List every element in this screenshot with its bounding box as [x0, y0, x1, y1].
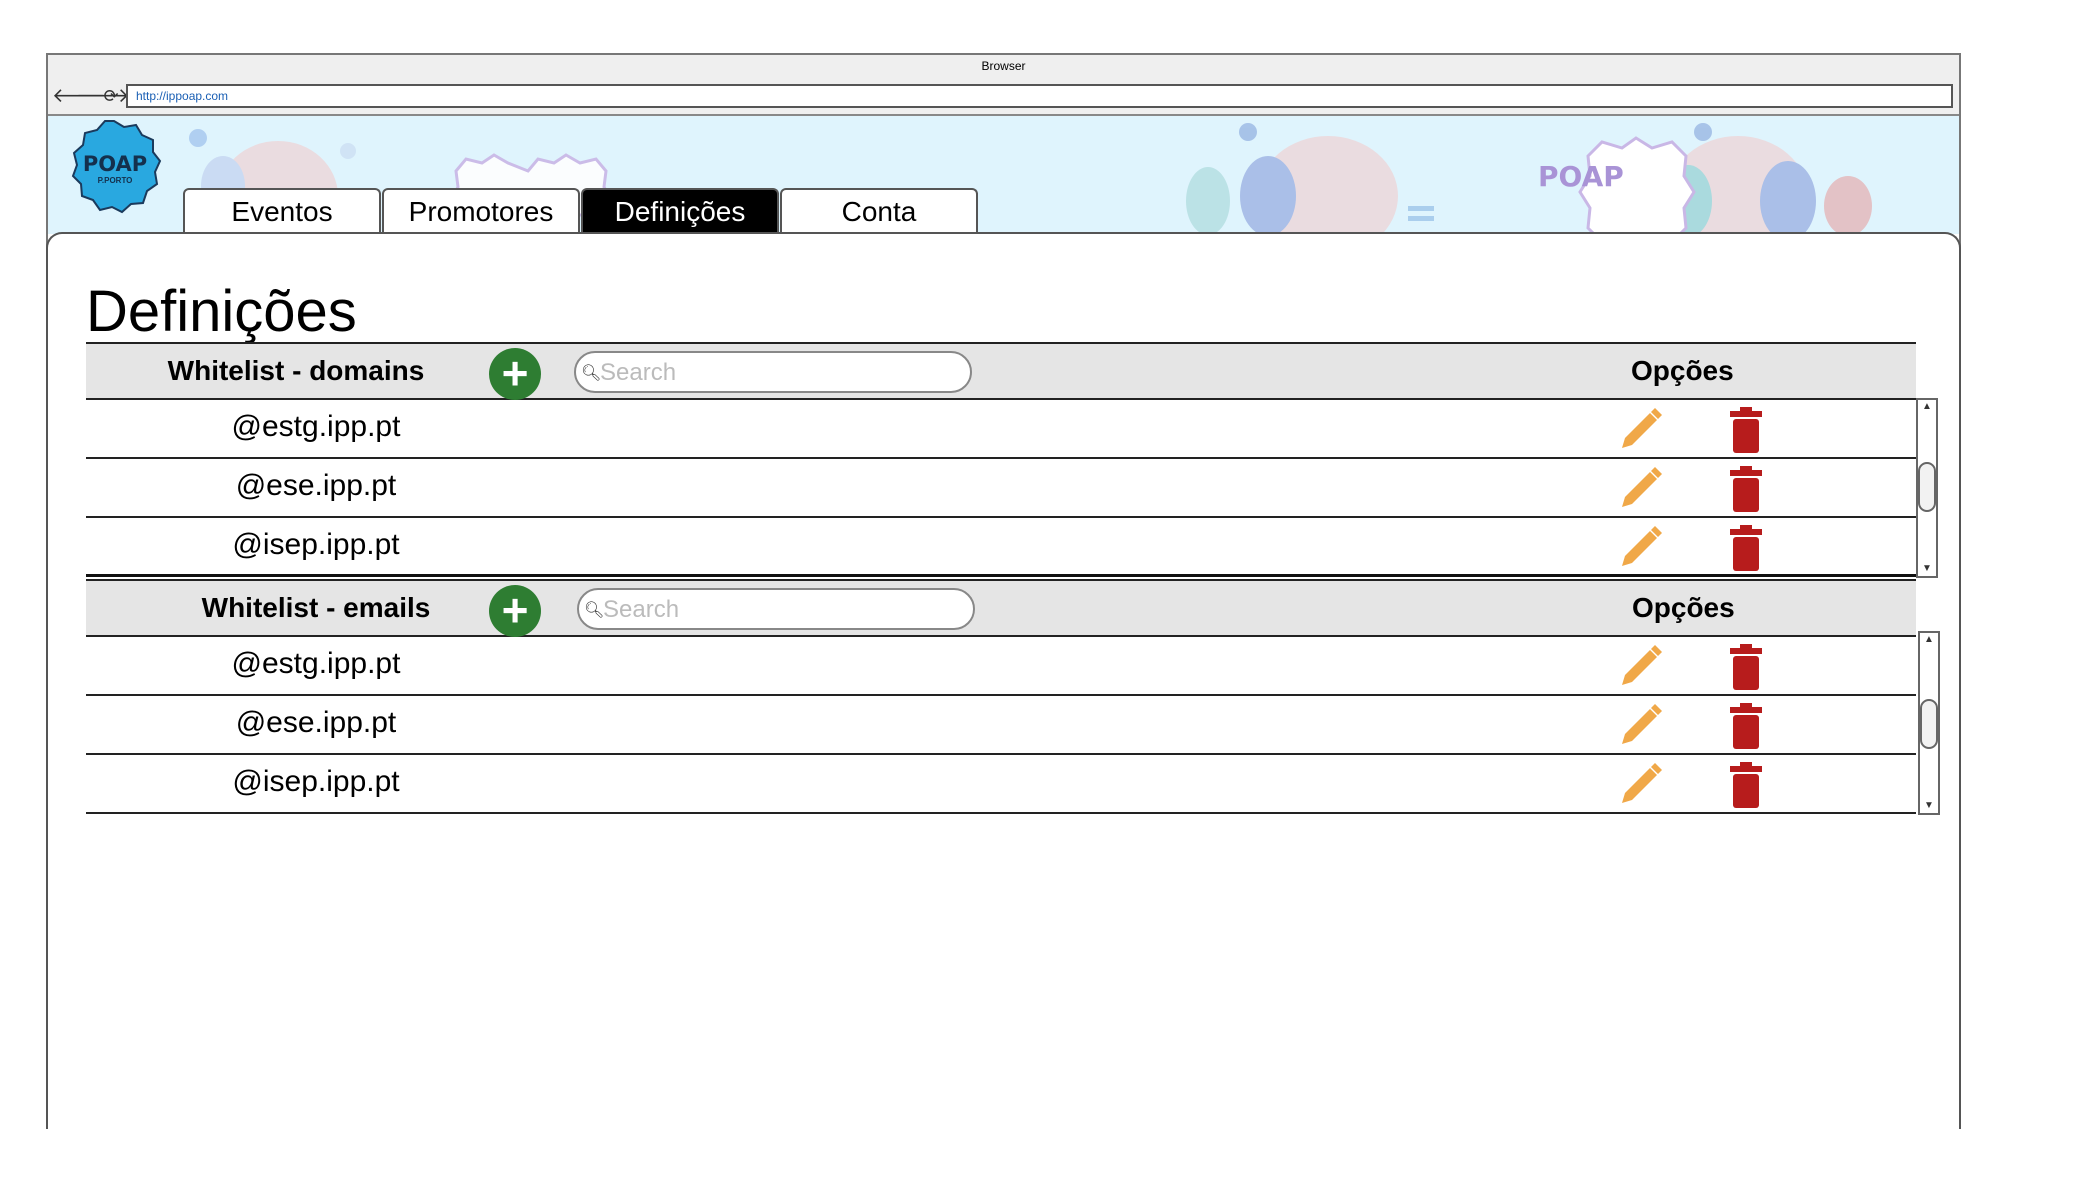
- domains-scrollbar[interactable]: ▲ ▼: [1916, 398, 1938, 578]
- browser-window: Browser 🡐 🡒 ⟳ http://ippoap.com POAP POA…: [46, 53, 1961, 1129]
- address-bar: 🡐 🡒 ⟳ http://ippoap.com: [48, 79, 1959, 116]
- edit-pencil-icon[interactable]: [1616, 524, 1664, 572]
- svg-text:POAP: POAP: [1538, 160, 1624, 193]
- section-header: Whitelist - emails + 🔍︎ Opções: [86, 579, 1916, 637]
- scroll-up-icon[interactable]: ▲: [1918, 400, 1936, 414]
- logo-text: POAP: [82, 152, 148, 176]
- tab-conta[interactable]: Conta: [780, 188, 978, 232]
- title-bar: Browser: [48, 55, 1959, 80]
- search-domains-input[interactable]: [598, 358, 962, 388]
- table-row: @ese.ipp.pt: [86, 696, 1916, 755]
- email-value: @ese.ipp.pt: [235, 706, 397, 739]
- tab-eventos[interactable]: Eventos: [183, 188, 381, 232]
- domain-value: @ese.ipp.pt: [235, 469, 397, 502]
- email-value: @isep.ipp.pt: [232, 765, 400, 798]
- email-value: @estg.ipp.pt: [231, 647, 401, 680]
- section-title: Whitelist - domains: [167, 355, 425, 386]
- delete-trash-icon[interactable]: [1726, 643, 1766, 691]
- scroll-up-icon[interactable]: ▲: [1920, 633, 1938, 647]
- edit-pencil-icon[interactable]: [1616, 761, 1664, 809]
- window-title: Browser: [981, 59, 1026, 73]
- table-row: @ese.ipp.pt: [86, 459, 1916, 518]
- scroll-thumb[interactable]: [1918, 462, 1936, 512]
- scroll-thumb[interactable]: [1920, 699, 1938, 749]
- table-row: @isep.ipp.pt: [86, 518, 1916, 577]
- table-row: @isep.ipp.pt: [86, 755, 1916, 814]
- url-field[interactable]: http://ippoap.com: [126, 84, 1953, 108]
- domain-value: @isep.ipp.pt: [232, 528, 400, 561]
- logo-subtext: P.PORTO: [97, 176, 133, 185]
- tab-definicoes[interactable]: Definições: [581, 188, 779, 232]
- add-email-button[interactable]: +: [489, 585, 541, 637]
- search-emails-input[interactable]: [601, 595, 965, 625]
- edit-pencil-icon[interactable]: [1616, 702, 1664, 750]
- header-banner: POAP POAP POAP P.PORTO Eventos Promotore…: [48, 116, 1959, 234]
- options-header: Opções: [1632, 592, 1735, 623]
- main-tabs: Eventos Promotores Definições Conta: [183, 188, 979, 232]
- scroll-down-icon[interactable]: ▼: [1920, 799, 1938, 813]
- content-panel: Definições Whitelist - domains + 🔍︎ Opçõ…: [46, 232, 1961, 1129]
- options-header: Opções: [1631, 355, 1734, 386]
- page-title: Definições: [86, 279, 357, 344]
- edit-pencil-icon[interactable]: [1616, 643, 1664, 691]
- delete-trash-icon[interactable]: [1726, 524, 1766, 572]
- search-domains-field[interactable]: 🔍︎: [574, 351, 972, 393]
- search-emails-field[interactable]: 🔍︎: [577, 588, 975, 630]
- delete-trash-icon[interactable]: [1726, 465, 1766, 513]
- tab-promotores[interactable]: Promotores: [382, 188, 580, 232]
- section-header: Whitelist - domains + 🔍︎ Opções: [86, 342, 1916, 400]
- reload-icon[interactable]: ⟳: [100, 85, 122, 107]
- delete-trash-icon[interactable]: [1726, 761, 1766, 809]
- domain-value: @estg.ipp.pt: [231, 410, 401, 443]
- table-row: @estg.ipp.pt: [86, 400, 1916, 459]
- emails-scrollbar[interactable]: ▲ ▼: [1918, 631, 1940, 815]
- edit-pencil-icon[interactable]: [1616, 465, 1664, 513]
- section-title: Whitelist - emails: [201, 592, 431, 623]
- edit-pencil-icon[interactable]: [1616, 406, 1664, 454]
- add-domain-button[interactable]: +: [489, 348, 541, 400]
- forward-arrow-icon[interactable]: 🡒: [76, 85, 130, 107]
- back-arrow-icon[interactable]: 🡐: [52, 85, 106, 107]
- table-row: @estg.ipp.pt: [86, 637, 1916, 696]
- delete-trash-icon[interactable]: [1726, 406, 1766, 454]
- scroll-down-icon[interactable]: ▼: [1918, 562, 1936, 576]
- delete-trash-icon[interactable]: [1726, 702, 1766, 750]
